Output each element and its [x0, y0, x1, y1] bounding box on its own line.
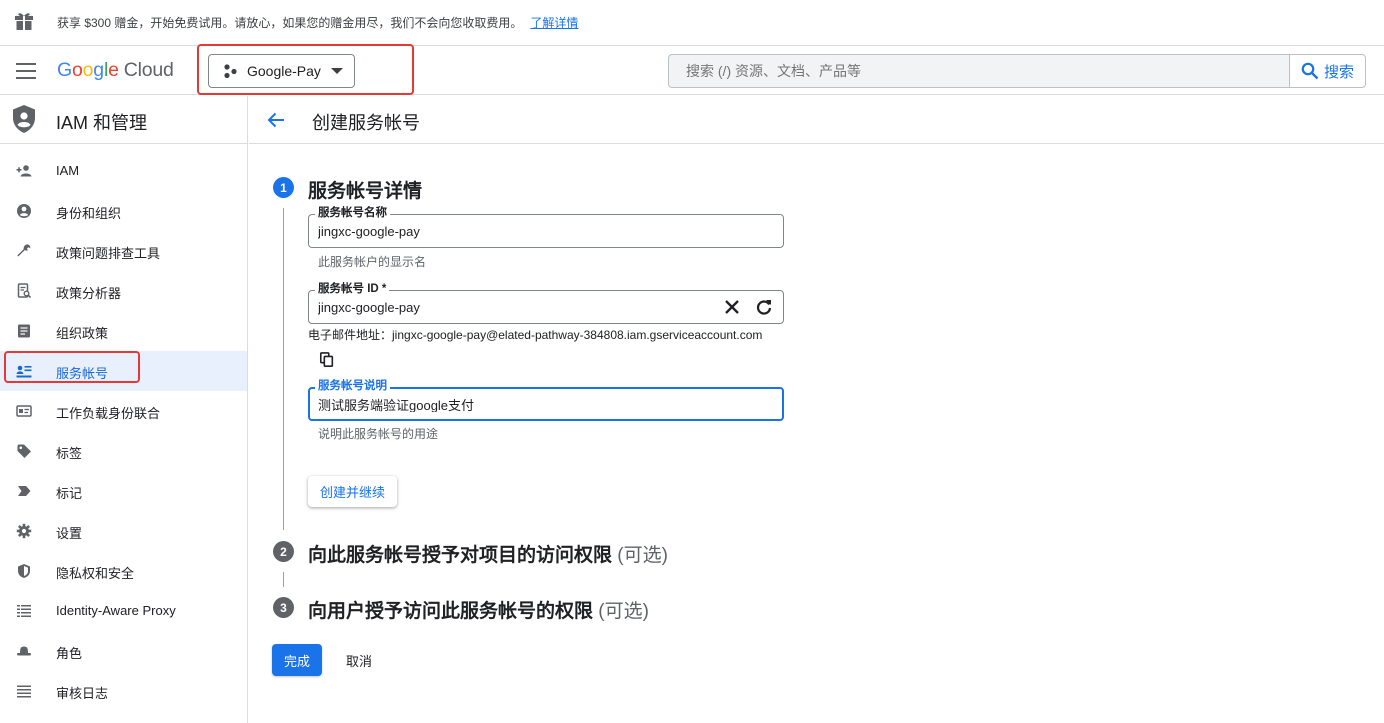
sidebar-item-org-policy[interactable]: 组织政策 — [0, 311, 247, 351]
sidebar-item-iap[interactable]: Identity-Aware Proxy — [0, 591, 247, 631]
step-1-title-text: 服务帐号详情 — [308, 181, 423, 202]
back-arrow-icon[interactable] — [266, 110, 286, 130]
sidebar-item-label: 身份和组织 — [56, 206, 122, 221]
email-address: jingxc-google-pay@elated-pathway-384808.… — [392, 328, 763, 342]
copy-icon[interactable] — [319, 352, 335, 368]
google-cloud-logo[interactable]: Google Cloud — [57, 59, 174, 82]
service-account-description-field[interactable]: 服务帐号说明 — [308, 379, 784, 421]
step-2-title-text: 向此服务帐号授予对项目的访问权限 — [308, 545, 613, 566]
cancel-button[interactable]: 取消 — [334, 644, 384, 676]
list-lines-icon — [17, 685, 31, 698]
sidebar-header: IAM 和管理 — [0, 96, 247, 144]
learn-more-link[interactable]: 了解详情 — [530, 16, 578, 30]
search-button-label: 搜索 — [1323, 63, 1354, 81]
sidebar-item-iam[interactable]: IAM — [0, 151, 247, 191]
promo-banner: 获享 $300 赠金，开始免费试用。请放心，如果您的赠金用尽，我们不会向您收取费… — [0, 0, 1384, 46]
sidebar-item-label: 标签 — [56, 446, 83, 461]
id-card-icon — [16, 405, 32, 417]
sidebar-item-privacy-security[interactable]: 隐私权和安全 — [0, 551, 247, 591]
service-account-name-field[interactable]: 服务帐号名称 — [308, 206, 784, 248]
wrench-icon — [17, 244, 31, 257]
shield-icon — [18, 564, 30, 578]
description-field-label: 服务帐号说明 — [315, 379, 390, 393]
hamburger-menu-icon[interactable] — [16, 63, 36, 79]
sidebar-item-tags[interactable]: 标签 — [0, 431, 247, 471]
email-prefix: 电子邮件地址： — [308, 328, 393, 342]
create-and-continue-button[interactable]: 创建并继续 — [308, 476, 397, 507]
sidebar-item-label: Identity-Aware Proxy — [56, 603, 176, 618]
name-field-label: 服务帐号名称 — [315, 206, 390, 220]
sidebar-item-label: 政策问题排查工具 — [56, 246, 161, 261]
service-account-id-field[interactable]: 服务帐号 ID * — [308, 282, 784, 324]
id-input[interactable] — [318, 300, 698, 315]
done-button[interactable]: 完成 — [272, 644, 322, 676]
refresh-icon[interactable] — [755, 298, 773, 316]
sidebar-item-label: 政策分析器 — [56, 286, 122, 301]
id-field-label: 服务帐号 ID * — [315, 282, 390, 296]
email-address-line: 电子邮件地址：jingxc-google-pay@elated-pathway-… — [308, 326, 762, 343]
description-input[interactable] — [318, 397, 698, 412]
search-icon — [1301, 62, 1319, 80]
sidebar-item-label: 审核日志 — [56, 686, 109, 701]
sidebar-item-workload-identity[interactable]: 工作负载身份联合 — [0, 391, 247, 431]
sidebar-title: IAM 和管理 — [56, 113, 148, 133]
search-input[interactable] — [668, 54, 1290, 88]
policy-analyzer-icon — [17, 283, 32, 299]
iam-shield-icon — [13, 105, 35, 133]
gear-icon — [16, 523, 32, 539]
banner-text: 获享 $300 赠金，开始免费试用。请放心，如果您的赠金用尽，我们不会向您收取费… — [57, 14, 578, 31]
account-circle-icon — [17, 204, 31, 218]
gift-icon — [15, 13, 33, 30]
name-hint: 此服务帐户的显示名 — [318, 255, 427, 269]
page-header: 创建服务帐号 — [249, 96, 1384, 144]
hat-icon — [17, 646, 31, 656]
step-3-optional: (可选) — [598, 601, 649, 622]
sidebar-item-label: 组织政策 — [56, 326, 109, 341]
sidebar-item-identity-org[interactable]: 身份和组织 — [0, 191, 247, 231]
sidebar-item-audit-logs[interactable]: 审核日志 — [0, 671, 247, 711]
step-connector — [283, 572, 284, 587]
list-doc-icon — [18, 324, 30, 338]
step-3-title-text: 向用户授予访问此服务帐号的权限 — [308, 601, 594, 622]
person-add-icon — [16, 165, 32, 177]
step-2-badge: 2 — [273, 541, 294, 562]
label-icon — [18, 486, 31, 496]
page-title: 创建服务帐号 — [312, 113, 420, 133]
sidebar-item-policy-analyzer[interactable]: 政策分析器 — [0, 271, 247, 311]
sidebar-item-labels[interactable]: 标记 — [0, 471, 247, 511]
step-2-title[interactable]: 向此服务帐号授予对项目的访问权限 (可选) — [308, 540, 668, 567]
sidebar-item-label: IAM — [56, 163, 80, 178]
step-connector — [283, 208, 284, 530]
step-1-title: 服务帐号详情 — [308, 176, 422, 203]
highlight-box-service-accounts — [4, 351, 140, 383]
clear-icon[interactable] — [723, 298, 741, 316]
sidebar-item-label: 工作负载身份联合 — [56, 406, 161, 421]
sidebar-item-label: 设置 — [56, 526, 83, 541]
sidebar-item-label: 标记 — [56, 486, 83, 501]
tag-icon — [17, 444, 31, 458]
step-2-optional: (可选) — [617, 545, 668, 566]
step-1-badge: 1 — [273, 177, 294, 198]
banner-message: 获享 $300 赠金，开始免费试用。请放心，如果您的赠金用尽，我们不会向您收取费… — [57, 16, 523, 30]
sidebar-item-roles[interactable]: 角色 — [0, 631, 247, 671]
sidebar-item-policy-troubleshooter[interactable]: 政策问题排查工具 — [0, 231, 247, 271]
sidebar-item-settings[interactable]: 设置 — [0, 511, 247, 551]
search-button[interactable]: 搜索 — [1289, 54, 1366, 88]
sidebar-item-label: 隐私权和安全 — [56, 566, 135, 581]
sidebar: IAM 和管理 IAM 身份和组织 政策问题排查工具 政策分析器 组织政策 服务… — [0, 96, 248, 723]
description-hint: 说明此服务帐号的用途 — [318, 427, 439, 441]
step-3-badge: 3 — [273, 597, 294, 618]
highlight-box-project — [197, 44, 414, 95]
proxy-icon — [17, 605, 31, 617]
name-input[interactable] — [318, 224, 698, 239]
step-3-title[interactable]: 向用户授予访问此服务帐号的权限 (可选) — [308, 596, 649, 623]
sidebar-item-label: 角色 — [56, 646, 83, 661]
